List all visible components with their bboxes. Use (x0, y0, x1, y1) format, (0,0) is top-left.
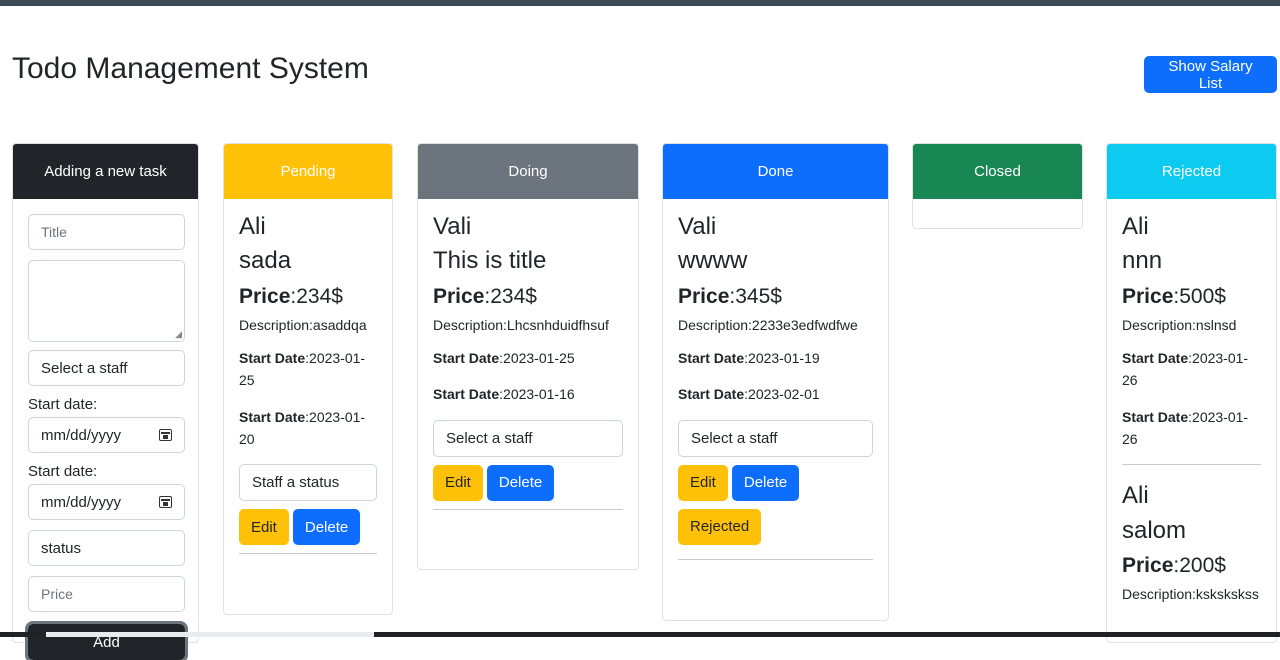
divider (239, 553, 377, 555)
rejected-header-label: Rejected (1161, 163, 1222, 180)
delete-button[interactable]: Delete (731, 464, 800, 501)
task-start-date: Start Date:2023-01-19 (678, 349, 820, 366)
start-date-placeholder: mm/dd/yyyy (41, 426, 122, 444)
task-start-date: Start Date:2023-01-26 (1122, 408, 1249, 447)
task-staff-name: Vali (433, 213, 472, 240)
edit-button[interactable]: Edit (678, 464, 728, 501)
pending-header-label: Pending (280, 163, 336, 180)
price-input[interactable]: Price (28, 576, 185, 612)
pending-column: Pending Ali sada Price:234$ Description:… (223, 143, 393, 615)
task-title: wwww (678, 247, 748, 275)
delete-button[interactable]: Delete (486, 464, 555, 501)
rejected-button[interactable]: Rejected (678, 508, 762, 545)
task-price: Price:200$ (1122, 554, 1226, 578)
title-input[interactable]: Title (28, 214, 185, 250)
divider (678, 558, 873, 560)
task-card: Vali This is title Price:234$ Descriptio… (418, 199, 638, 510)
task-price: Price:234$ (433, 284, 537, 308)
doing-header-label: Doing (508, 163, 548, 180)
add-task-card: Adding a new task Title ◢ Select a staff… (12, 143, 199, 660)
status-select[interactable]: Staff a status (239, 464, 377, 502)
delete-button[interactable]: Delete (292, 509, 361, 546)
status-select[interactable]: status (28, 530, 185, 566)
start-date-label: Start date: (28, 396, 98, 413)
task-description: Description:asaddqa (239, 316, 367, 333)
task-description: Description:2233e3edfwdfwe (678, 316, 858, 333)
add-task-header: Adding a new task (13, 144, 198, 199)
task-description: Description:kskskskss (1122, 586, 1259, 603)
start-date-label-2: Start date: (28, 463, 98, 480)
edit-button[interactable]: Edit (239, 509, 289, 546)
task-description: Description:nslnsd (1122, 316, 1237, 333)
task-price: Price:345$ (678, 284, 782, 308)
doing-column: Doing Vali This is title Price:234$ Desc… (417, 143, 639, 570)
rejected-header: Rejected (1107, 144, 1276, 199)
task-card: Ali sada Price:234$ Description:asaddqa … (224, 199, 392, 555)
closed-header-label: Closed (974, 163, 1021, 180)
staff-select[interactable]: Select a staff (433, 419, 623, 457)
task-start-date: Start Date:2023-01-25 (239, 349, 366, 389)
task-staff-name: Ali (239, 213, 266, 240)
task-start-date: Start Date:2023-01-20 (239, 408, 366, 447)
start-date-placeholder-2: mm/dd/yyyy (41, 493, 122, 511)
divider (433, 508, 623, 510)
task-title: nnn (1122, 247, 1163, 275)
closed-column: Closed (912, 143, 1083, 229)
pending-header: Pending (224, 144, 392, 199)
bottom-bar-segment (46, 632, 374, 637)
description-textarea[interactable]: ◢ (28, 260, 185, 342)
bottom-bar (0, 632, 1280, 637)
browser-top-bar (0, 0, 1280, 6)
calendar-icon[interactable] (159, 496, 172, 508)
doing-header: Doing (418, 144, 638, 199)
start-date-input[interactable]: mm/dd/yyyy (28, 417, 185, 453)
resize-grip-icon[interactable]: ◢ (175, 330, 182, 339)
done-header: Done (663, 144, 888, 199)
task-title: sada (239, 247, 292, 275)
task-card: Ali salom Price:200$ Description:ksksksk… (1107, 482, 1276, 603)
divider (1122, 464, 1261, 466)
task-price: Price:234$ (239, 284, 343, 308)
staff-select[interactable]: Select a staff (678, 419, 873, 457)
task-staff-name: Ali (1122, 213, 1149, 240)
task-card: Ali nnn Price:500$ Description:nslnsd St… (1107, 199, 1276, 466)
task-price: Price:500$ (1122, 284, 1226, 308)
done-header-label: Done (757, 163, 794, 180)
show-salary-list-button[interactable]: Show Salary List (1144, 56, 1277, 93)
task-staff-name: Ali (1122, 482, 1149, 510)
rejected-column: Rejected Ali nnn Price:500$ Description:… (1106, 143, 1277, 643)
task-start-date: Start Date:2023-01-25 (433, 349, 575, 366)
add-task-button[interactable]: Add (25, 621, 188, 660)
calendar-icon[interactable] (159, 429, 172, 441)
task-start-date: Start Date:2023-01-26 (1122, 349, 1249, 389)
page-title: Todo Management System (12, 52, 369, 85)
start-date-input-2[interactable]: mm/dd/yyyy (28, 484, 185, 520)
task-description: Description:Lhcsnhduidfhsuf (433, 316, 609, 333)
task-staff-name: Vali (678, 213, 717, 240)
staff-select[interactable]: Select a staff (28, 350, 185, 386)
edit-button[interactable]: Edit (433, 464, 483, 501)
task-card: Vali wwww Price:345$ Description:2233e3e… (663, 199, 888, 560)
task-title: salom (1122, 516, 1187, 544)
add-task-header-label: Adding a new task (44, 163, 167, 180)
task-title: This is title (433, 247, 547, 275)
closed-header: Closed (913, 144, 1082, 199)
task-start-date: Start Date:2023-01-16 (433, 386, 575, 403)
done-column: Done Vali wwww Price:345$ Description:22… (662, 143, 889, 621)
task-start-date: Start Date:2023-02-01 (678, 386, 820, 403)
